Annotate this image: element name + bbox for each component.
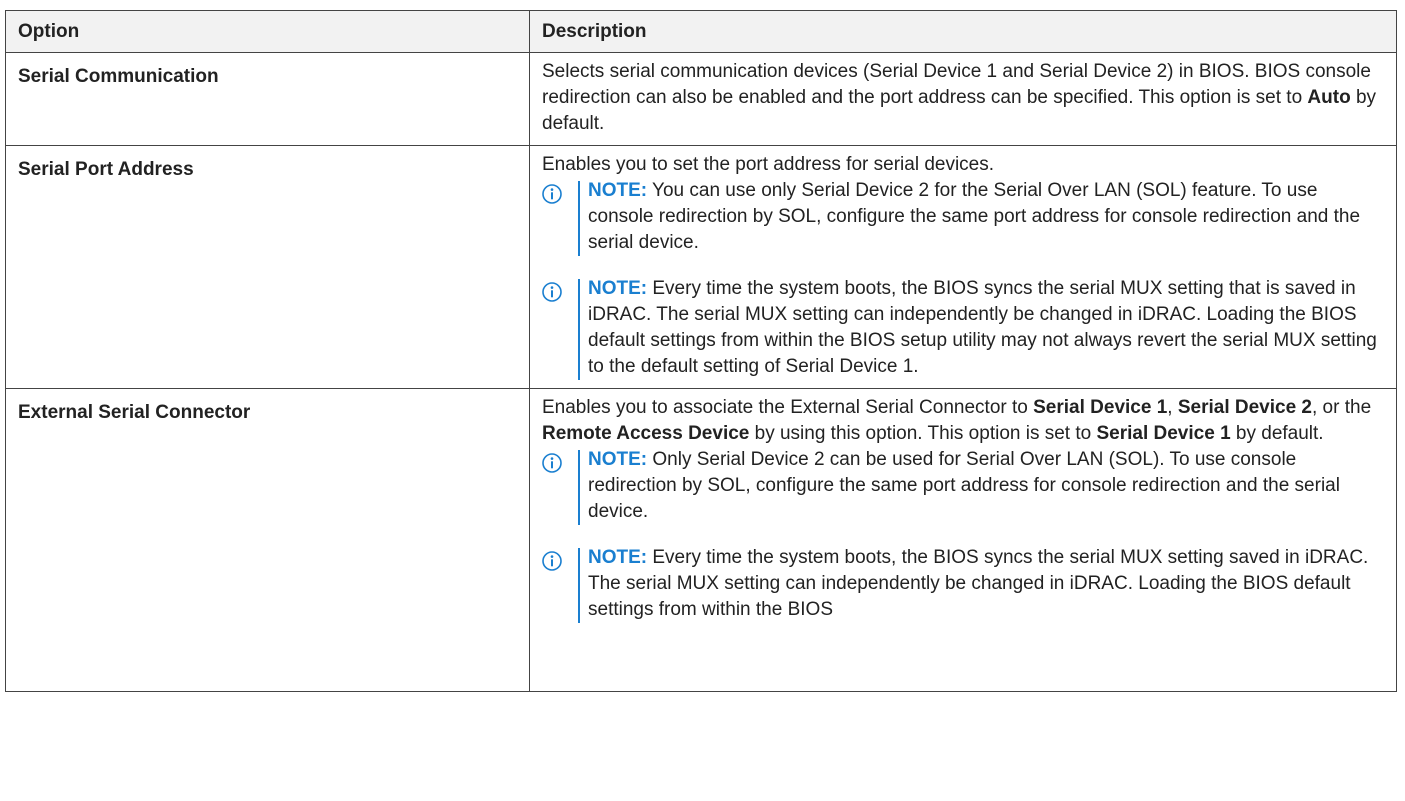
note-block: NOTE: You can use only Serial Device 2 f… <box>542 178 1384 256</box>
note-label: NOTE: <box>588 278 648 299</box>
device-name: Remote Access Device <box>542 423 750 444</box>
info-circle-icon <box>542 282 562 302</box>
option-description: Selects serial communication devices (Se… <box>529 52 1397 146</box>
description-text: Enables you to associate the External Se… <box>542 395 1384 447</box>
description-segment: Enables you to associate the External Se… <box>542 397 1034 418</box>
info-circle-icon <box>542 551 562 571</box>
info-circle-icon <box>542 453 562 473</box>
option-description: Enables you to associate the External Se… <box>529 388 1397 692</box>
note-block: NOTE: Only Serial Device 2 can be used f… <box>542 447 1384 525</box>
note-label: NOTE: <box>588 180 648 201</box>
info-circle-icon <box>542 184 562 204</box>
table-row: Serial Communication Selects serial comm… <box>5 52 1397 146</box>
note-block: NOTE: Every time the system boots, the B… <box>542 545 1384 623</box>
default-value: Auto <box>1307 87 1351 108</box>
note-block: NOTE: Every time the system boots, the B… <box>542 276 1384 380</box>
description-segment: by default. <box>1230 423 1324 444</box>
option-description: Enables you to set the port address for … <box>529 145 1397 389</box>
option-name: Serial Communication <box>5 52 530 146</box>
note-accent-bar <box>578 450 580 525</box>
bios-options-table: Option Description Serial Communication … <box>5 10 1397 692</box>
note-accent-bar <box>578 279 580 380</box>
option-name: Serial Port Address <box>5 145 530 389</box>
option-name: External Serial Connector <box>5 388 530 692</box>
table-row: External Serial Connector Enables you to… <box>5 388 1397 692</box>
note-label: NOTE: <box>588 547 648 568</box>
default-value: Serial Device 1 <box>1096 423 1231 444</box>
note-accent-bar <box>578 548 580 623</box>
description-segment: , <box>1167 397 1178 418</box>
note-accent-bar <box>578 181 580 256</box>
header-description: Description <box>529 10 1397 53</box>
table-header-row: Option Description <box>5 10 1397 53</box>
note-text: You can use only Serial Device 2 for the… <box>588 180 1361 253</box>
table-row: Serial Port Address Enables you to set t… <box>5 145 1397 389</box>
description-text: Selects serial communication devices (Se… <box>542 59 1384 137</box>
note-text: Every time the system boots, the BIOS sy… <box>588 547 1369 620</box>
device-name: Serial Device 2 <box>1177 397 1312 418</box>
note-label: NOTE: <box>588 449 648 470</box>
description-text: Enables you to set the port address for … <box>542 154 995 175</box>
note-text: Only Serial Device 2 can be used for Ser… <box>588 449 1340 522</box>
device-name: Serial Device 1 <box>1033 397 1168 418</box>
description-segment: Selects serial communication devices (Se… <box>542 61 1371 108</box>
description-segment: , or the <box>1312 397 1372 418</box>
note-text: Every time the system boots, the BIOS sy… <box>588 278 1377 377</box>
header-option: Option <box>5 10 530 53</box>
description-segment: by using this option. This option is set… <box>749 423 1097 444</box>
